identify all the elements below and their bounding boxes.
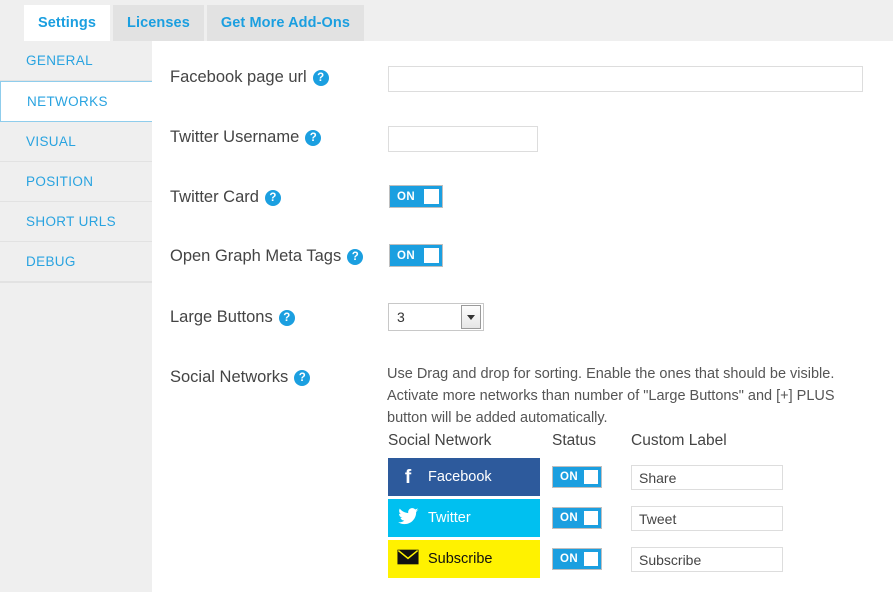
table-row: Subscribe ON <box>152 540 893 581</box>
settings-sidebar: GENERAL NETWORKS VISUAL POSITION SHORT U… <box>0 41 153 592</box>
tab-get-more-add-ons[interactable]: Get More Add-Ons <box>206 5 365 41</box>
twitter-custom-label-input[interactable] <box>631 506 783 531</box>
social-networks-table: Social Network Status Custom Label f Fac… <box>152 432 893 581</box>
column-header-network: Social Network <box>388 432 492 449</box>
toggle-state-label: ON <box>560 471 579 483</box>
social-networks-label-text: Social Networks <box>170 368 289 386</box>
network-chip-subscribe[interactable]: Subscribe <box>388 540 540 578</box>
large-buttons-select[interactable]: 3 <box>388 303 484 331</box>
sidebar-item-label: NETWORKS <box>27 94 108 109</box>
facebook-icon: f <box>404 466 412 488</box>
subscribe-status-toggle[interactable]: ON <box>552 548 602 570</box>
toggle-knob <box>584 470 598 484</box>
twitter-status-toggle[interactable]: ON <box>552 507 602 529</box>
sidebar-item-label: POSITION <box>26 174 94 189</box>
column-header-custom-label: Custom Label <box>631 432 727 449</box>
subscribe-custom-label-input[interactable] <box>631 547 783 572</box>
settings-content-panel: Facebook page url ? Twitter Username ? T… <box>152 41 893 592</box>
field-row-facebook-url: Facebook page url ? <box>152 61 893 101</box>
large-buttons-label: Large Buttons ? <box>170 308 295 327</box>
sidebar-item-position[interactable]: POSITION <box>0 162 152 202</box>
facebook-url-label-text: Facebook page url <box>170 68 307 86</box>
sidebar-item-label: SHORT URLS <box>26 214 117 229</box>
twitter-card-label-text: Twitter Card <box>170 188 259 206</box>
sidebar-item-short-urls[interactable]: SHORT URLS <box>0 202 152 242</box>
network-name: Subscribe <box>428 551 493 567</box>
toggle-state-label: ON <box>397 249 416 262</box>
sidebar-item-label: GENERAL <box>26 53 93 68</box>
large-buttons-value: 3 <box>397 309 405 325</box>
twitter-username-label-text: Twitter Username <box>170 128 300 146</box>
twitter-username-label: Twitter Username ? <box>170 128 322 147</box>
tab-licenses-label: Licenses <box>127 15 190 31</box>
twitter-username-input[interactable] <box>388 126 538 152</box>
toggle-knob <box>424 189 439 204</box>
tab-get-more-add-ons-label: Get More Add-Ons <box>220 15 351 31</box>
network-name: Twitter <box>428 510 471 526</box>
toggle-state-label: ON <box>560 512 579 524</box>
table-header-row: Social Network Status Custom Label <box>152 432 893 458</box>
sidebar-item-label: VISUAL <box>26 134 77 149</box>
field-row-twitter-username: Twitter Username ? <box>152 121 893 161</box>
top-tab-bar: Settings Licenses Get More Add-Ons <box>0 0 893 41</box>
social-networks-description: Use Drag and drop for sorting. Enable th… <box>387 366 835 426</box>
network-chip-facebook[interactable]: f Facebook <box>388 458 540 496</box>
field-row-twitter-card: Twitter Card ? ON <box>152 181 893 221</box>
twitter-card-label: Twitter Card ? <box>170 188 281 207</box>
toggle-state-label: ON <box>397 190 416 203</box>
tab-list: Settings Licenses Get More Add-Ons <box>24 5 365 41</box>
facebook-url-label: Facebook page url ? <box>170 68 329 87</box>
toggle-knob <box>424 248 439 263</box>
toggle-knob <box>584 511 598 525</box>
tab-licenses[interactable]: Licenses <box>113 5 204 41</box>
social-networks-label: Social Networks ? <box>170 368 311 387</box>
sidebar-item-label: DEBUG <box>26 254 76 269</box>
table-row: Twitter ON <box>152 499 893 540</box>
sidebar-divider <box>0 282 152 283</box>
twitter-card-toggle[interactable]: ON <box>389 185 443 208</box>
help-icon[interactable]: ? <box>278 309 295 326</box>
help-icon[interactable]: ? <box>294 369 311 386</box>
facebook-custom-label-input[interactable] <box>631 465 783 490</box>
field-row-open-graph: Open Graph Meta Tags ? ON <box>152 240 893 280</box>
large-buttons-label-text: Large Buttons <box>170 308 273 326</box>
sidebar-item-networks[interactable]: NETWORKS <box>0 81 153 122</box>
help-icon[interactable]: ? <box>347 248 364 265</box>
help-icon[interactable]: ? <box>264 189 281 206</box>
open-graph-label: Open Graph Meta Tags ? <box>170 247 364 266</box>
help-icon[interactable]: ? <box>305 129 322 146</box>
sidebar-item-general[interactable]: GENERAL <box>0 41 152 81</box>
column-header-status: Status <box>552 432 596 449</box>
help-icon[interactable]: ? <box>312 69 329 86</box>
chevron-down-icon[interactable] <box>461 305 481 329</box>
tab-settings-label: Settings <box>38 15 96 31</box>
toggle-state-label: ON <box>560 553 579 565</box>
facebook-url-input[interactable] <box>388 66 863 92</box>
sidebar-item-visual[interactable]: VISUAL <box>0 122 152 162</box>
network-name: Facebook <box>428 469 492 485</box>
field-row-large-buttons: Large Buttons ? 3 <box>152 301 893 341</box>
twitter-icon <box>388 507 428 529</box>
open-graph-toggle[interactable]: ON <box>389 244 443 267</box>
network-chip-twitter[interactable]: Twitter <box>388 499 540 537</box>
facebook-status-toggle[interactable]: ON <box>552 466 602 488</box>
envelope-icon <box>388 549 428 569</box>
open-graph-label-text: Open Graph Meta Tags <box>170 247 342 265</box>
tab-settings[interactable]: Settings <box>24 5 110 41</box>
table-row: f Facebook ON <box>152 458 893 499</box>
field-row-social-networks: Social Networks ? Use Drag and drop for … <box>152 361 893 431</box>
toggle-knob <box>584 552 598 566</box>
sidebar-item-debug[interactable]: DEBUG <box>0 242 152 282</box>
